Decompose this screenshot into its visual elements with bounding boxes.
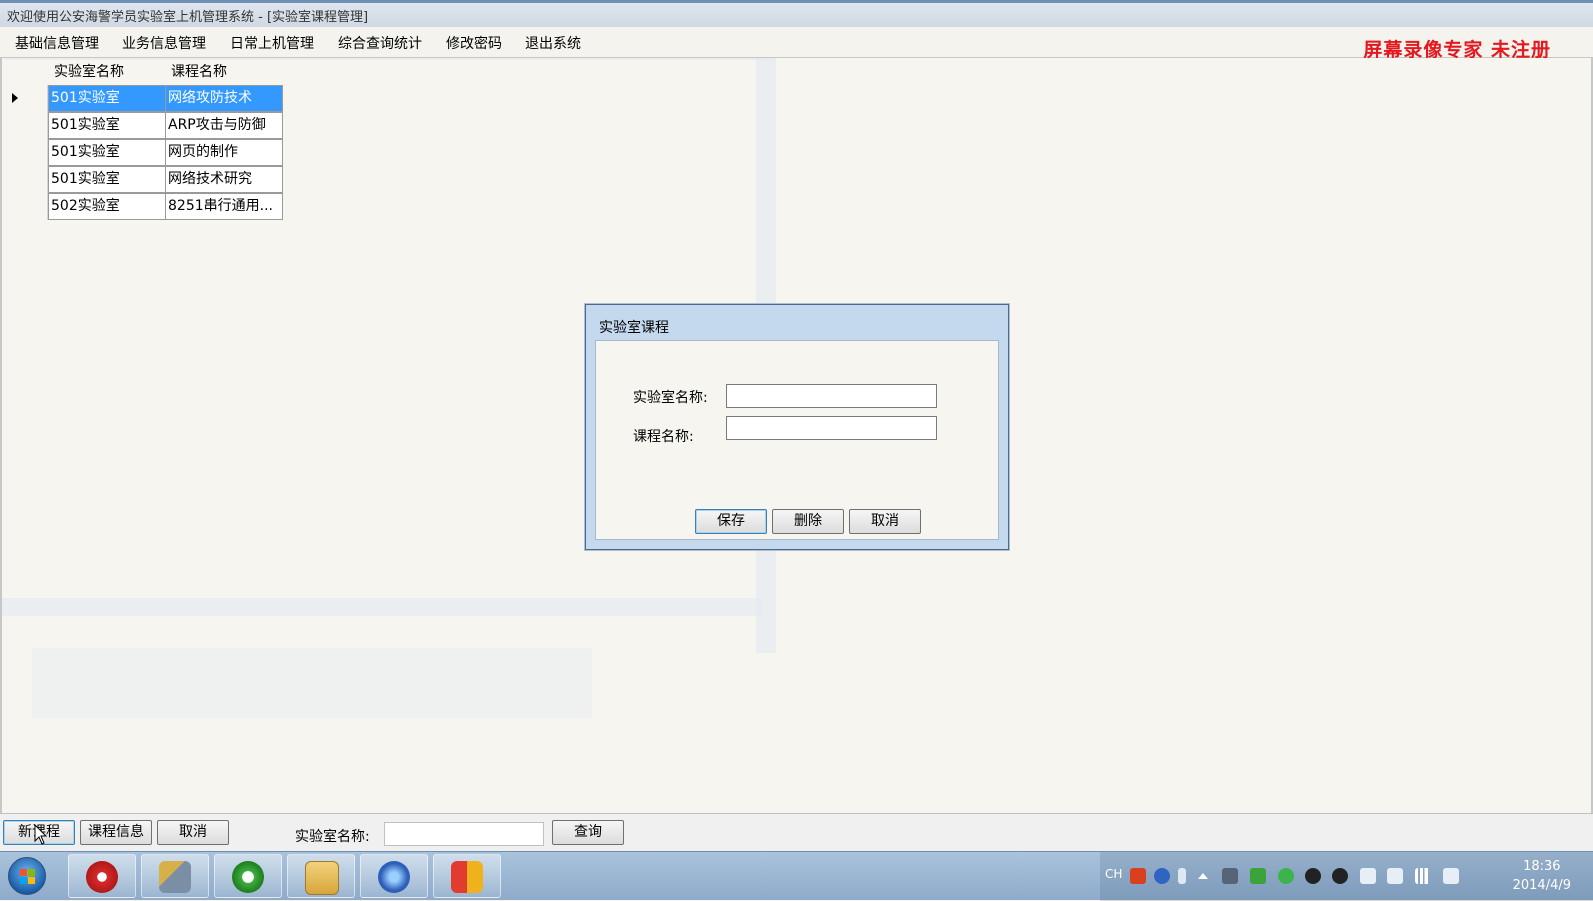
shield-icon[interactable] — [1250, 868, 1266, 884]
taskbar-app-paint[interactable] — [433, 854, 501, 898]
network-device-icon[interactable] — [1222, 868, 1238, 884]
lab-name-label: 实验室名称: — [633, 390, 708, 406]
link-icon — [378, 861, 410, 893]
ie-icon — [232, 861, 264, 893]
window-title: 欢迎使用公安海警学员实验室上机管理系统 - [实验室课程管理] — [7, 10, 369, 25]
mouse-cursor-icon — [34, 824, 48, 845]
volume-icon[interactable] — [1443, 868, 1459, 884]
taskbar-app-explorer[interactable] — [287, 854, 355, 898]
cell-lab[interactable]: 501实验室 — [48, 139, 166, 166]
taskbar-app-browser[interactable] — [214, 854, 282, 898]
explorer-icon — [305, 861, 339, 895]
dialog-body: 实验室名称: 课程名称: 保存 删除 取消 — [595, 340, 999, 540]
plus-icon[interactable] — [1278, 868, 1294, 884]
tools-icon — [159, 861, 191, 893]
table-row[interactable]: 502实验室 8251串行通用... — [4, 193, 283, 220]
show-hidden-icons-icon[interactable] — [1198, 873, 1208, 879]
bottom-toolbar: 新课程 课程信息 取消 实验室名称: 查询 — [0, 813, 1593, 851]
course-name-field[interactable] — [726, 416, 937, 440]
sogou-ime-icon[interactable] — [1130, 868, 1146, 884]
lab-course-dialog: 实验室课程 实验室名称: 课程名称: 保存 删除 取消 — [585, 304, 1009, 550]
ghost-artifact — [2, 598, 762, 616]
menu-daily-usage[interactable]: 日常上机管理 — [230, 33, 314, 53]
delete-button[interactable]: 删除 — [772, 509, 844, 534]
cancel-button[interactable]: 取消 — [849, 509, 921, 534]
clock-time: 18:36 — [1523, 859, 1561, 874]
course-name-label: 课程名称: — [633, 429, 694, 445]
flag-icon[interactable] — [1360, 868, 1376, 884]
system-tray: CH 18:36 2014/4/9 — [1100, 852, 1593, 901]
input-language-indicator[interactable]: CH — [1105, 867, 1122, 881]
taskbar-app-tools[interactable] — [141, 854, 209, 898]
grid-header: 实验室名称 课程名称 — [4, 60, 283, 82]
row-header[interactable] — [4, 166, 48, 193]
table-row[interactable]: 501实验室 ARP攻击与防御 — [4, 112, 283, 139]
row-header[interactable] — [4, 139, 48, 166]
menu-bar: 基础信息管理 业务信息管理 日常上机管理 综合查询统计 修改密码 退出系统 屏幕… — [0, 27, 1593, 61]
course-info-button[interactable]: 课程信息 — [80, 820, 152, 845]
search-lab-label: 实验室名称: — [295, 829, 370, 845]
save-button[interactable]: 保存 — [695, 509, 767, 534]
current-row-icon — [12, 93, 18, 103]
cell-lab[interactable]: 501实验室 — [48, 166, 166, 193]
cell-course[interactable]: 网页的制作 — [165, 139, 283, 166]
windows-logo-icon — [20, 869, 36, 885]
cell-course[interactable]: 网络攻防技术 — [165, 85, 283, 112]
dialog-title: 实验室课程 — [599, 320, 669, 336]
menu-query-stats[interactable]: 综合查询统计 — [338, 33, 422, 53]
menu-change-password[interactable]: 修改密码 — [446, 33, 502, 53]
cell-lab[interactable]: 501实验室 — [48, 85, 166, 112]
cell-course[interactable]: ARP攻击与防御 — [165, 112, 283, 139]
device-icon[interactable] — [1387, 868, 1403, 884]
query-button[interactable]: 查询 — [552, 820, 624, 845]
menu-exit[interactable]: 退出系统 — [525, 33, 581, 53]
taskbar-app-link[interactable] — [360, 854, 428, 898]
help-icon[interactable] — [1154, 868, 1170, 884]
lab-name-field[interactable] — [726, 384, 937, 408]
table-row[interactable]: 501实验室 网页的制作 — [4, 139, 283, 166]
row-header[interactable] — [4, 85, 48, 112]
system-clock[interactable]: 18:36 2014/4/9 — [1513, 857, 1571, 895]
row-header[interactable] — [4, 112, 48, 139]
ghost-artifact — [32, 648, 592, 718]
signal-icon[interactable] — [1415, 868, 1431, 884]
ime-toggle-icon[interactable] — [1178, 868, 1186, 884]
cell-lab[interactable]: 502实验室 — [48, 193, 166, 220]
start-button[interactable] — [8, 857, 46, 895]
menu-basic-info[interactable]: 基础信息管理 — [15, 33, 99, 53]
menu-business-info[interactable]: 业务信息管理 — [122, 33, 206, 53]
window-titlebar: 欢迎使用公安海警学员实验室上机管理系统 - [实验室课程管理] — [0, 0, 1593, 27]
cell-lab[interactable]: 501实验室 — [48, 112, 166, 139]
toolbar-cancel-button[interactable]: 取消 — [157, 820, 229, 845]
qq-icon[interactable] — [1305, 868, 1321, 884]
column-header-lab[interactable]: 实验室名称 — [48, 60, 165, 82]
cell-course[interactable]: 8251串行通用... — [165, 193, 283, 220]
row-header[interactable] — [4, 193, 48, 220]
cell-course[interactable]: 网络技术研究 — [165, 166, 283, 193]
column-header-course[interactable]: 课程名称 — [165, 60, 283, 82]
table-row[interactable]: 501实验室 网络技术研究 — [4, 166, 283, 193]
taskbar-app-red[interactable] — [68, 854, 136, 898]
app-red-icon — [86, 861, 118, 893]
search-lab-input[interactable] — [384, 822, 544, 846]
qq-icon[interactable] — [1332, 868, 1348, 884]
windows-taskbar: CH 18:36 2014/4/9 — [0, 851, 1593, 901]
table-row[interactable]: 501实验室 网络攻防技术 — [4, 85, 283, 112]
clock-date: 2014/4/9 — [1512, 878, 1571, 893]
paint-icon — [451, 861, 483, 893]
